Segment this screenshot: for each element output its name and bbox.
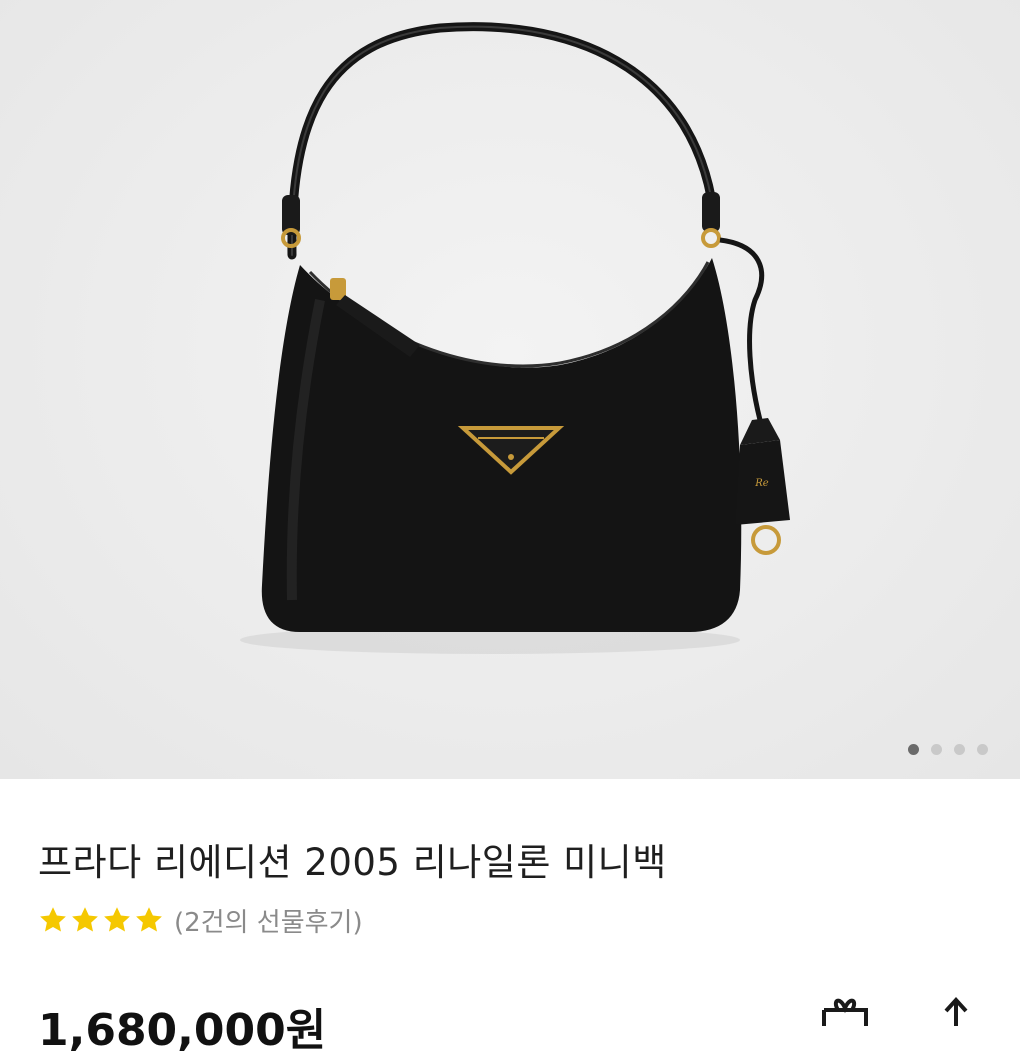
share-icon	[944, 997, 968, 1026]
carousel-dot-1[interactable]	[908, 743, 919, 755]
star-icon	[104, 907, 130, 932]
product-image-carousel[interactable]: Re	[0, 0, 1020, 779]
review-count-link[interactable]: (2건의 선물후기)	[174, 902, 363, 939]
carousel-pagination[interactable]	[908, 742, 988, 756]
star-icon	[40, 907, 66, 932]
product-price: 1,680,000원	[38, 1005, 327, 1056]
gift-icon	[822, 998, 868, 1026]
carousel-dot-3[interactable]	[954, 743, 965, 755]
carousel-dot-4[interactable]	[977, 743, 988, 755]
rating-row[interactable]: (2건의 선물후기)	[38, 900, 363, 940]
share-button[interactable]	[934, 996, 978, 1026]
svg-text:Re: Re	[754, 478, 769, 489]
product-image: Re	[240, 22, 790, 654]
gift-button[interactable]	[810, 996, 880, 1026]
carousel-dot-2[interactable]	[931, 743, 942, 755]
product-title: 프라다 리에디션 2005 리나일론 미니백	[38, 841, 667, 884]
star-icon	[136, 907, 162, 932]
rating-stars	[38, 905, 164, 935]
star-icon	[72, 907, 98, 932]
